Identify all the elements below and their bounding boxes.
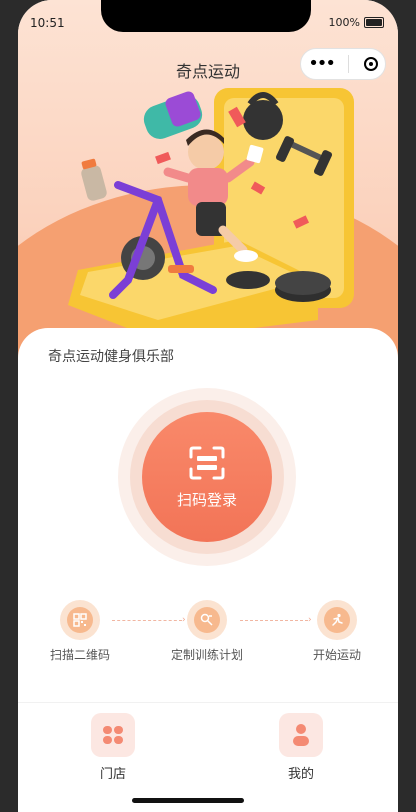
capsule-divider (348, 55, 350, 73)
home-indicator (132, 798, 244, 803)
scan-login-button[interactable]: 扫码登录 (142, 412, 272, 542)
tab-store-label: 门店 (99, 767, 126, 782)
battery-text: 100% (328, 16, 360, 29)
user-icon (279, 713, 323, 757)
battery-icon (364, 17, 384, 28)
step-label-plan: 定制训练计划 (170, 648, 243, 662)
step-plan (187, 600, 227, 640)
camera-notch (101, 0, 311, 32)
status-battery: 100% (329, 16, 384, 29)
tab-mine[interactable]: 我的 (256, 713, 346, 782)
character-shoe (234, 250, 258, 262)
mini-program-capsule[interactable]: ••• (300, 48, 386, 80)
step-arrow-icon: › (182, 615, 186, 625)
water-bottle (81, 165, 107, 201)
weight-plate-small (226, 271, 270, 289)
step-start (317, 600, 357, 640)
step-label-scan: 扫描二维码 (49, 648, 110, 662)
step-qr-code (60, 600, 100, 640)
confetti (155, 151, 171, 165)
step-connector (112, 620, 182, 621)
tab-store[interactable]: 门店 (68, 713, 158, 782)
tab-bar: 门店 我的 (18, 702, 398, 812)
store-icon (91, 713, 135, 757)
step-label-start: 开始运动 (312, 648, 361, 662)
step-arrow-icon: › (308, 615, 312, 625)
step-connector (240, 620, 308, 621)
status-time: 10:51 (30, 16, 65, 30)
tab-mine-label: 我的 (287, 767, 314, 782)
scan-login-label: 扫码登录 (176, 490, 237, 509)
character-arm-left (163, 167, 193, 183)
character-shirt (188, 168, 228, 206)
kettlebell (243, 100, 283, 140)
scan-icon (189, 446, 225, 479)
running-icon (324, 607, 350, 633)
weight-plate-top (275, 271, 331, 295)
close-target-icon[interactable] (363, 57, 378, 71)
club-name: 奇点运动健身俱乐部 (48, 349, 174, 365)
qr-code-icon (67, 607, 93, 633)
bike-pedal (168, 265, 194, 273)
phone-screen: 10:51 100% 奇点运动 ••• 奇点运动健身俱乐部 扫码登录 扫描二维码… (18, 0, 398, 812)
hero-illustration (68, 88, 354, 340)
more-icon[interactable]: ••• (308, 55, 336, 73)
plan-icon (194, 607, 220, 633)
